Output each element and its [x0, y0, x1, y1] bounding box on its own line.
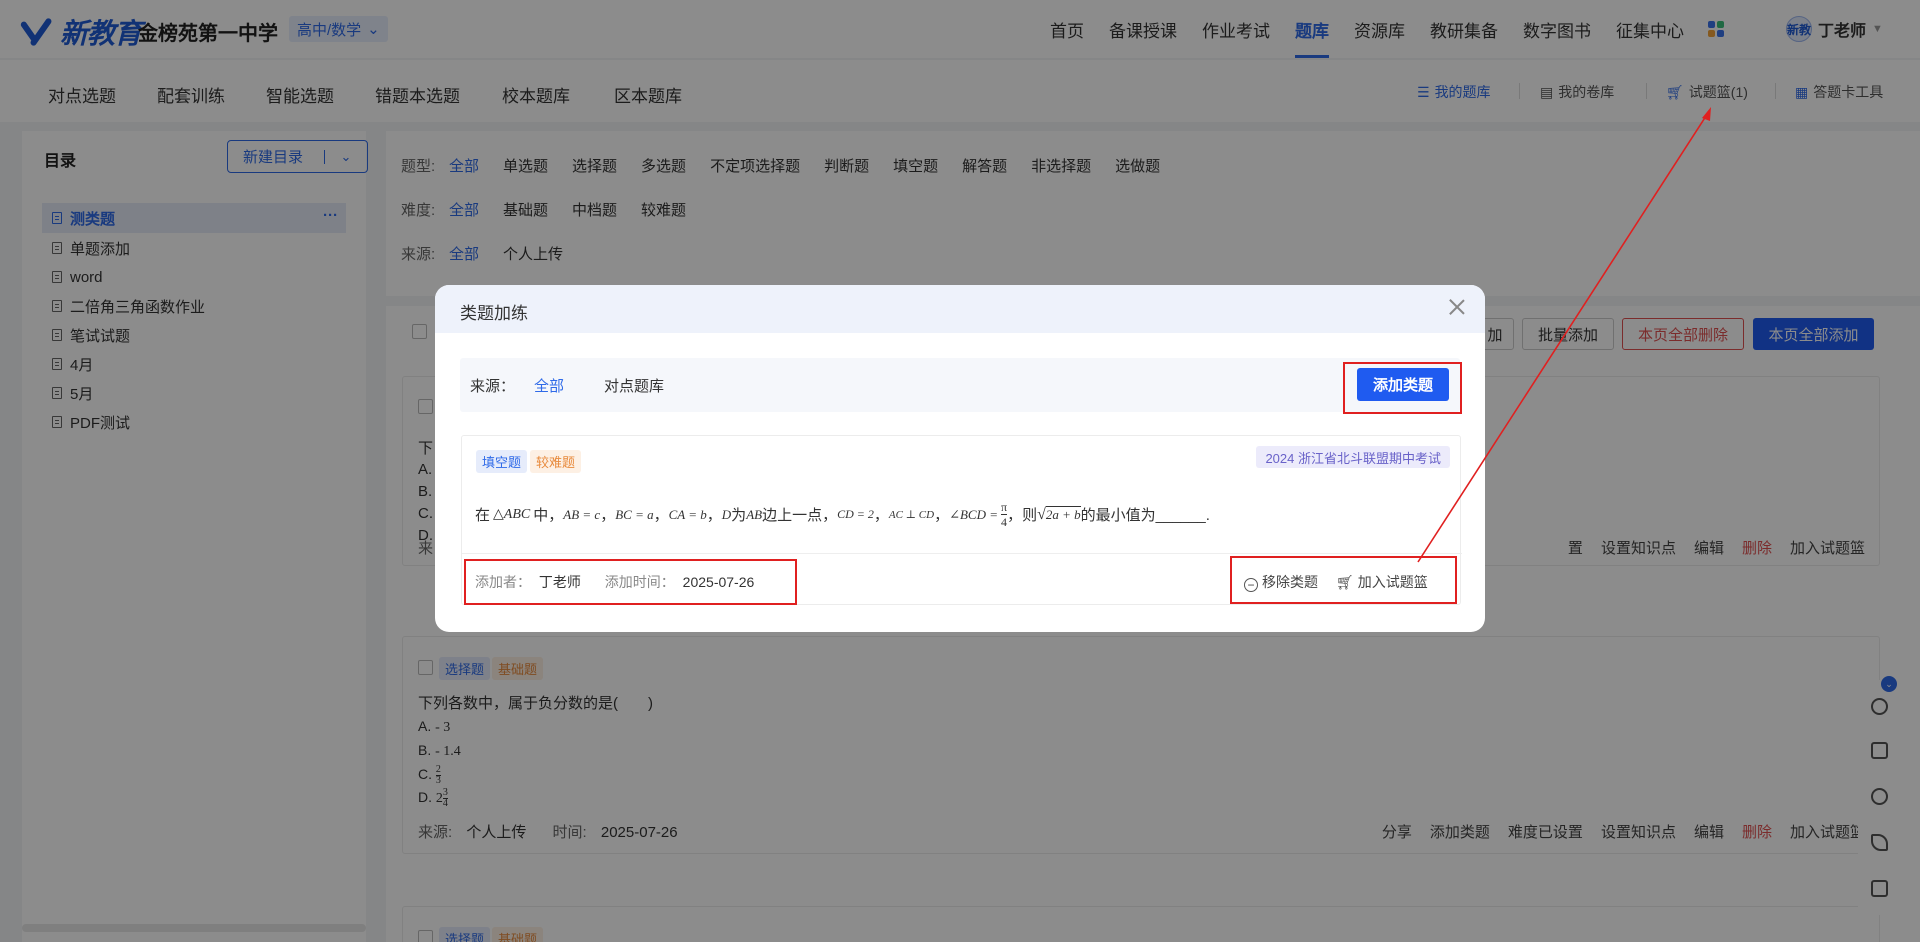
stem-math: CA = b	[668, 506, 707, 522]
stem-text: 的最小值为______.	[1080, 507, 1210, 524]
annotation-box	[464, 559, 797, 605]
stem-sep: ，	[600, 507, 616, 524]
modal-source-point-bank[interactable]: 对点题库	[604, 375, 664, 396]
stem-text: 在	[475, 507, 491, 524]
stem-sep: ，	[934, 507, 950, 524]
divider	[462, 553, 1462, 554]
exam-source-badge: 2024 浙江省北斗联盟期中考试	[1256, 446, 1450, 468]
annotation-box	[1230, 556, 1457, 604]
modal-source-all[interactable]: 全部	[534, 375, 564, 396]
stem-text: 为	[731, 507, 747, 524]
stem-math: CD = 2	[837, 507, 874, 521]
question-type-tag: 填空题	[476, 450, 528, 473]
stem-text: ，则	[1007, 507, 1038, 524]
stem-sep: ，	[653, 507, 669, 524]
stem-math: BC = a	[615, 506, 654, 522]
stem-math: AB = c	[563, 506, 601, 522]
stem-math: 2a + b	[1045, 506, 1081, 522]
close-icon[interactable]	[1447, 297, 1467, 317]
stem-math: ∠BCD =	[949, 506, 999, 522]
difficulty-tag: 较难题	[530, 450, 582, 473]
stem-math: AC ⊥ CD	[888, 509, 935, 521]
stem-text: 边上一点，	[762, 507, 838, 524]
stem-text: 中，	[533, 507, 564, 524]
stem-sep: ，	[706, 507, 722, 524]
sqrt-symbol: √	[1037, 505, 1046, 523]
modal-title: 类题加练	[460, 304, 528, 323]
annotation-box	[1343, 362, 1462, 414]
question-stem: 在 △ABC 中， AB = c ， BC = a ， CA = b ， D 为…	[475, 500, 1210, 529]
modal-source-filter: 来源： 全部 对点题库	[460, 358, 1460, 412]
stem-math: AB	[746, 506, 763, 522]
stem-math: △ABC	[493, 507, 531, 522]
modal-header: 类题加练	[435, 285, 1485, 333]
stem-sep: ，	[873, 507, 889, 524]
stem-math: D	[721, 506, 732, 522]
modal-source-label: 来源：	[470, 378, 516, 395]
